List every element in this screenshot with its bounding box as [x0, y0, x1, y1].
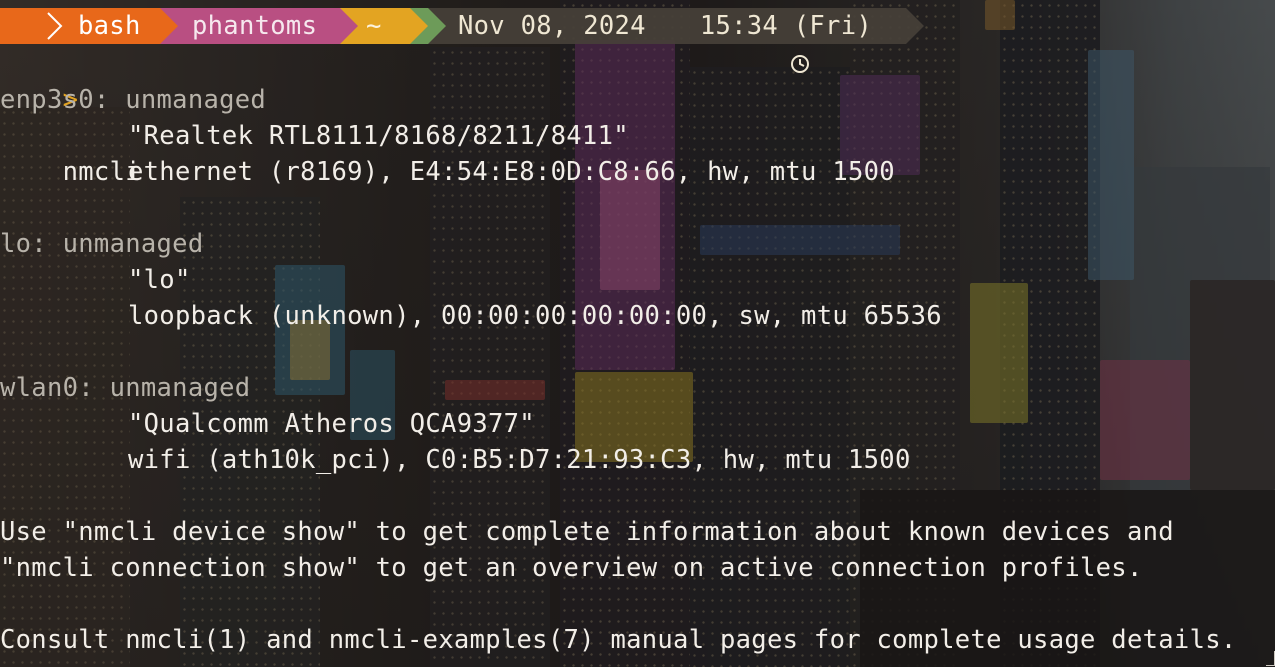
device-details: loopback (unknown), 00:00:00:00:00:00, s… [128, 301, 942, 331]
prompt-user-segment: phantoms [160, 8, 358, 44]
device-header: lo: unmanaged [0, 229, 204, 259]
help-text-line: Use "nmcli device show" to get complete … [0, 517, 1174, 547]
resize-corner-icon[interactable] [1266, 651, 1275, 666]
prompt-directory: ~ [366, 11, 382, 41]
chevron-separator-icon [47, 12, 63, 40]
prompt-bar: bash phantoms ~ Nov 08, 2024 15:34 (Fri) [0, 8, 924, 73]
device-details: ethernet (r8169), E4:54:E8:0D:C8:66, hw,… [128, 157, 895, 187]
prompt-os-segment [0, 8, 52, 44]
terminal-window[interactable]: bash phantoms ~ Nov 08, 2024 15:34 (Fri) [0, 0, 1275, 667]
device-model: "Realtek RTL8111/8168/8211/8411" [128, 121, 629, 151]
command-line: > nmcli [0, 46, 141, 187]
device-details: wifi (ath10k_pci), C0:B5:D7:21:93:C3, hw… [128, 445, 911, 475]
clock-icon [664, 13, 810, 73]
prompt-shell-segment: bash [47, 8, 178, 44]
prompt-time: 15:34 (Fri) [699, 11, 873, 41]
prompt-shell: bash [78, 11, 141, 41]
device-model: "lo" [128, 265, 191, 295]
prompt-user: phantoms [192, 11, 318, 41]
device-header: enp3s0: unmanaged [0, 85, 267, 115]
device-header: wlan0: unmanaged [0, 373, 251, 403]
help-text-line: Consult nmcli(1) and nmcli-examples(7) m… [0, 625, 1237, 655]
device-model: "Qualcomm Atheros QCA9377" [128, 409, 535, 439]
prompt-datetime-segment: Nov 08, 2024 15:34 (Fri) [428, 8, 924, 73]
help-text-line: "nmcli connection show" to get an overvi… [0, 553, 1143, 583]
prompt-date: Nov 08, 2024 [458, 11, 646, 41]
